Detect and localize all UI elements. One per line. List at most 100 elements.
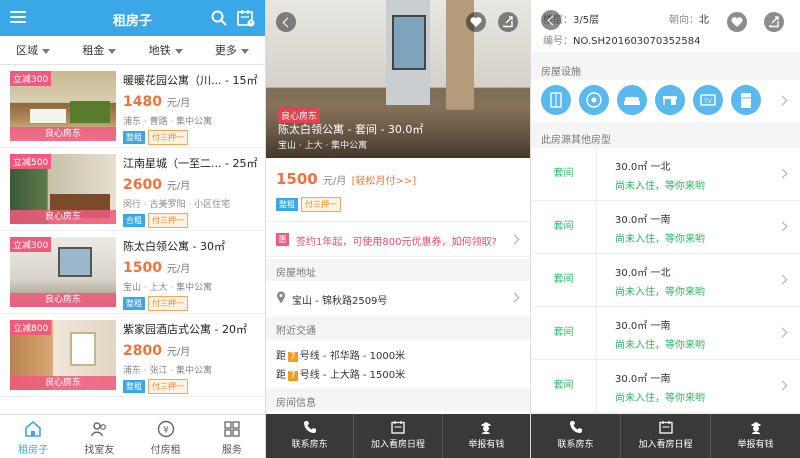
nav-pay-rent[interactable]: ¥ 付房租: [133, 415, 199, 458]
tv-icon: TV: [693, 85, 723, 115]
listing-photo: 立减300 良心房东: [10, 237, 116, 307]
search-icon[interactable]: [211, 10, 227, 26]
sofa-icon: [617, 85, 647, 115]
transit-item: 距 7 号线 - 祁华路 - 1000米: [276, 351, 406, 362]
landlord-badge: 良心房东: [10, 376, 116, 390]
coupon-row[interactable]: 惠 签约1年起，可使用800元优惠券，如何领取?: [266, 221, 530, 257]
room-type-row[interactable]: 套间 30.0㎡ 一南 尚未入住，等你来哟: [531, 360, 800, 413]
listing-detail-screen: 良心房东 陈太白领公寓 - 套间 - 30.0㎡ 宝山 · 上大 · 集中公寓 …: [266, 0, 530, 458]
app-header: 租房子: [0, 0, 265, 36]
bottom-nav: 租房子 找室友 ¥ 付房租 服务: [0, 414, 265, 458]
chevron-right-icon: [777, 95, 788, 106]
listing-item[interactable]: 立减300 良心房东 暖暖花园公寓（川... - 15㎡ 1480 元/月 浦东…: [0, 65, 265, 148]
listing-item[interactable]: 立减500 良心房东 江南星城（一至二... - 25㎡ 2600 元/月 闵行…: [0, 148, 265, 231]
room-type-row[interactable]: 套间 30.0㎡ 一北 尚未入住，等你来哟: [531, 254, 800, 307]
rent-type-tag: 整租: [123, 297, 145, 310]
address-row[interactable]: 宝山 - 锦秋路2509号: [266, 281, 530, 315]
filter-more[interactable]: 更多: [199, 42, 265, 58]
svg-text:¥: ¥: [163, 426, 169, 436]
share-button[interactable]: [498, 12, 518, 32]
facilities-row[interactable]: TV: [531, 80, 800, 122]
room-spec: 30.0㎡ 一南: [615, 321, 671, 332]
transit-item: 距 7 号线 - 上大路 - 1500米: [276, 370, 406, 381]
chevron-right-icon: [777, 274, 788, 285]
listing-name: 紫家园酒店式公寓 - 20㎡: [123, 323, 247, 336]
room-spec: 30.0㎡ 一南: [615, 215, 671, 226]
chevron-right-icon: [777, 168, 788, 179]
easy-pay-link[interactable]: [轻松月付>>]: [352, 176, 417, 187]
other-room-types-header: 此房源其他房型: [531, 126, 800, 148]
discount-badge: 惠: [276, 233, 289, 246]
promo-badge: 立减500: [10, 154, 52, 169]
washer-icon: [579, 85, 609, 115]
filter-metro[interactable]: 地铁: [133, 42, 199, 58]
filter-bar: 区域 租金 地铁 更多: [0, 36, 265, 65]
hero-photo[interactable]: 良心房东 陈太白领公寓 - 套间 - 30.0㎡ 宝山 · 上大 · 集中公寓: [266, 0, 530, 158]
favorite-button[interactable]: [727, 12, 747, 32]
nav-roommate[interactable]: 找室友: [66, 415, 132, 458]
chevron-right-icon: [509, 292, 520, 303]
landlord-badge: 良心房东: [10, 127, 116, 141]
payment-tag: 付三押一: [148, 379, 188, 394]
listing-price: 1500 元/月: [123, 260, 191, 276]
caret-down-icon: [240, 48, 249, 54]
listing-item[interactable]: 立减300 良心房东 陈太白领公寓 - 30㎡ 1500 元/月 宝山 · 上大…: [0, 231, 265, 314]
listing-location: 闵行 · 古美罗阳 · 小区住宅: [123, 200, 231, 210]
listing-item[interactable]: 立减800 良心房东 紫家园酒店式公寓 - 20㎡ 2800 元/月 浦东 · …: [0, 314, 265, 397]
rent-type-tag: 整租: [276, 198, 298, 211]
filter-rent[interactable]: 租金: [66, 42, 132, 58]
metro-line-badge: 7: [288, 371, 298, 381]
listing-price: 1480 元/月: [123, 94, 191, 110]
payment-tag: 付三押一: [148, 296, 188, 311]
nav-rent[interactable]: 租房子: [0, 415, 66, 458]
location-pin-icon: [277, 291, 285, 304]
listing-name: 陈太白领公寓 - 30㎡: [123, 240, 225, 253]
filter-district[interactable]: 区域: [0, 42, 66, 58]
people-icon: [91, 422, 107, 437]
back-button[interactable]: [541, 10, 561, 30]
house-icon: [25, 420, 41, 437]
room-type-label: 套间: [531, 201, 597, 253]
room-type-label: 套间: [531, 254, 597, 306]
listing-meta: 楼层：3/5层 朝向：北 编号：NO.SH201603070352584: [531, 0, 800, 52]
share-button[interactable]: [764, 12, 784, 32]
listing-name: 江南星城（一至二... - 25㎡: [123, 157, 258, 170]
room-status: 尚未入住，等你来哟: [615, 287, 705, 298]
coupon-text: 签约1年起，可使用800元优惠券，如何领取?: [296, 237, 497, 248]
add-viewing-schedule-button[interactable]: 加入看房日程: [621, 414, 711, 458]
listing-location: 浦东 · 曹路 · 集中公寓: [123, 117, 213, 127]
contact-landlord-button[interactable]: 联系房东: [531, 414, 621, 458]
listing-name: 暖暖花园公寓（川... - 15㎡: [123, 74, 258, 87]
chevron-right-icon: [509, 234, 520, 245]
room-type-row[interactable]: 套间 30.0㎡ 一南 尚未入住，等你来哟: [531, 307, 800, 360]
promo-badge: 立减300: [10, 237, 52, 252]
report-button[interactable]: 举报有钱: [443, 414, 530, 458]
caret-down-icon: [174, 48, 183, 54]
metro-line-badge: 7: [288, 352, 298, 362]
contact-landlord-button[interactable]: 联系房东: [266, 414, 355, 458]
room-spec: 30.0㎡ 一南: [615, 374, 671, 385]
add-viewing-schedule-button[interactable]: 加入看房日程: [354, 414, 443, 458]
room-type-label: 套间: [531, 360, 597, 412]
promo-badge: 立减800: [10, 320, 52, 335]
nav-services[interactable]: 服务: [199, 415, 265, 458]
landlord-badge: 良心房东: [10, 210, 116, 224]
transit-header: 附近交通: [266, 317, 530, 339]
heart-icon: [470, 17, 482, 27]
yen-icon: ¥: [157, 420, 174, 438]
phone-icon: [569, 421, 582, 433]
listing-title: 陈太白领公寓 - 套间 - 30.0㎡: [278, 123, 424, 136]
svg-text:TV: TV: [703, 98, 713, 105]
back-button[interactable]: [276, 12, 296, 32]
room-info-header: 房间信息: [266, 389, 530, 411]
listing-price: 2600 元/月: [123, 177, 191, 193]
room-type-row[interactable]: 套间 30.0㎡ 一南 尚未入住，等你来哟: [531, 201, 800, 254]
report-button[interactable]: 举报有钱: [711, 414, 800, 458]
schedule-icon[interactable]: [237, 9, 255, 27]
favorite-button[interactable]: [466, 12, 486, 32]
address-header: 房屋地址: [266, 259, 530, 281]
address-text: 宝山 - 锦秋路2509号: [292, 296, 388, 307]
phone-icon: [303, 421, 316, 433]
desk-icon: [655, 85, 685, 115]
room-type-row[interactable]: 套间 30.0㎡ 一北 尚未入住，等你来哟: [531, 148, 800, 201]
